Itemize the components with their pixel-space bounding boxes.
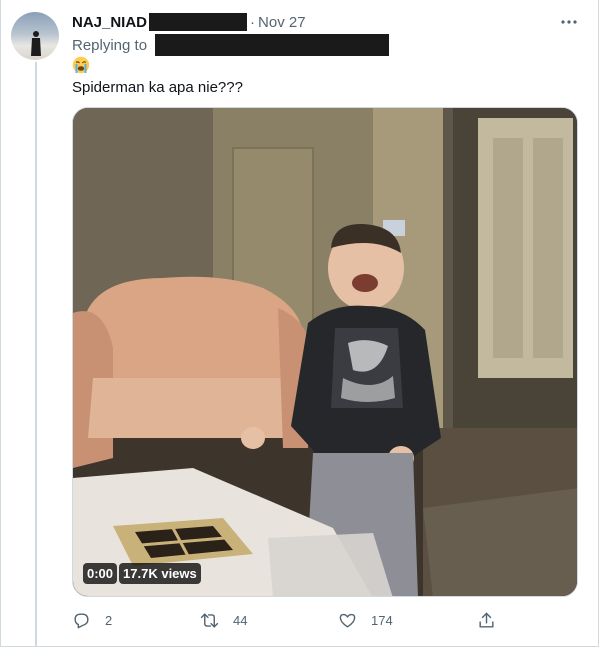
like-count: 174 bbox=[371, 612, 393, 628]
avatar-figure-icon bbox=[31, 31, 41, 56]
video-timestamp: 0:00 bbox=[83, 563, 118, 584]
video-info-badge: 0:00 17.7K views bbox=[83, 563, 201, 584]
crying-emoji bbox=[72, 56, 90, 74]
redacted-reply-handle bbox=[155, 34, 390, 56]
more-options-button[interactable] bbox=[559, 12, 579, 32]
avatar[interactable] bbox=[11, 12, 59, 60]
reply-count: 2 bbox=[105, 612, 113, 628]
reply-icon bbox=[74, 612, 89, 628]
crying-face-icon bbox=[72, 56, 90, 74]
reply-button[interactable]: 2 bbox=[72, 607, 112, 633]
retweet-icon bbox=[200, 612, 219, 628]
retweet-count: 44 bbox=[233, 612, 248, 628]
share-icon bbox=[479, 612, 494, 628]
share-button[interactable] bbox=[477, 607, 496, 633]
tweet-header: NAJ_NIAD · Nov 27 bbox=[72, 12, 306, 32]
retweet-button[interactable]: 44 bbox=[200, 607, 247, 633]
video-thumbnail bbox=[73, 108, 577, 596]
tweet-date[interactable]: Nov 27 bbox=[258, 14, 306, 31]
author-name[interactable]: NAJ_NIAD bbox=[72, 14, 147, 31]
tweet-actions: 2 44 174 bbox=[72, 607, 578, 635]
separator-dot: · bbox=[250, 13, 256, 31]
video-player[interactable]: 0:00 17.7K views bbox=[72, 107, 578, 597]
redacted-handle bbox=[149, 13, 248, 31]
more-icon bbox=[561, 20, 577, 24]
video-views: 17.7K views bbox=[119, 563, 201, 584]
replying-to: Replying to bbox=[72, 34, 390, 56]
like-button[interactable]: 174 bbox=[338, 607, 393, 633]
thread-line bbox=[35, 62, 37, 647]
tweet-text: Spiderman ka apa nie??? bbox=[72, 79, 243, 96]
replying-to-label: Replying to bbox=[72, 36, 148, 54]
like-icon bbox=[339, 613, 356, 628]
